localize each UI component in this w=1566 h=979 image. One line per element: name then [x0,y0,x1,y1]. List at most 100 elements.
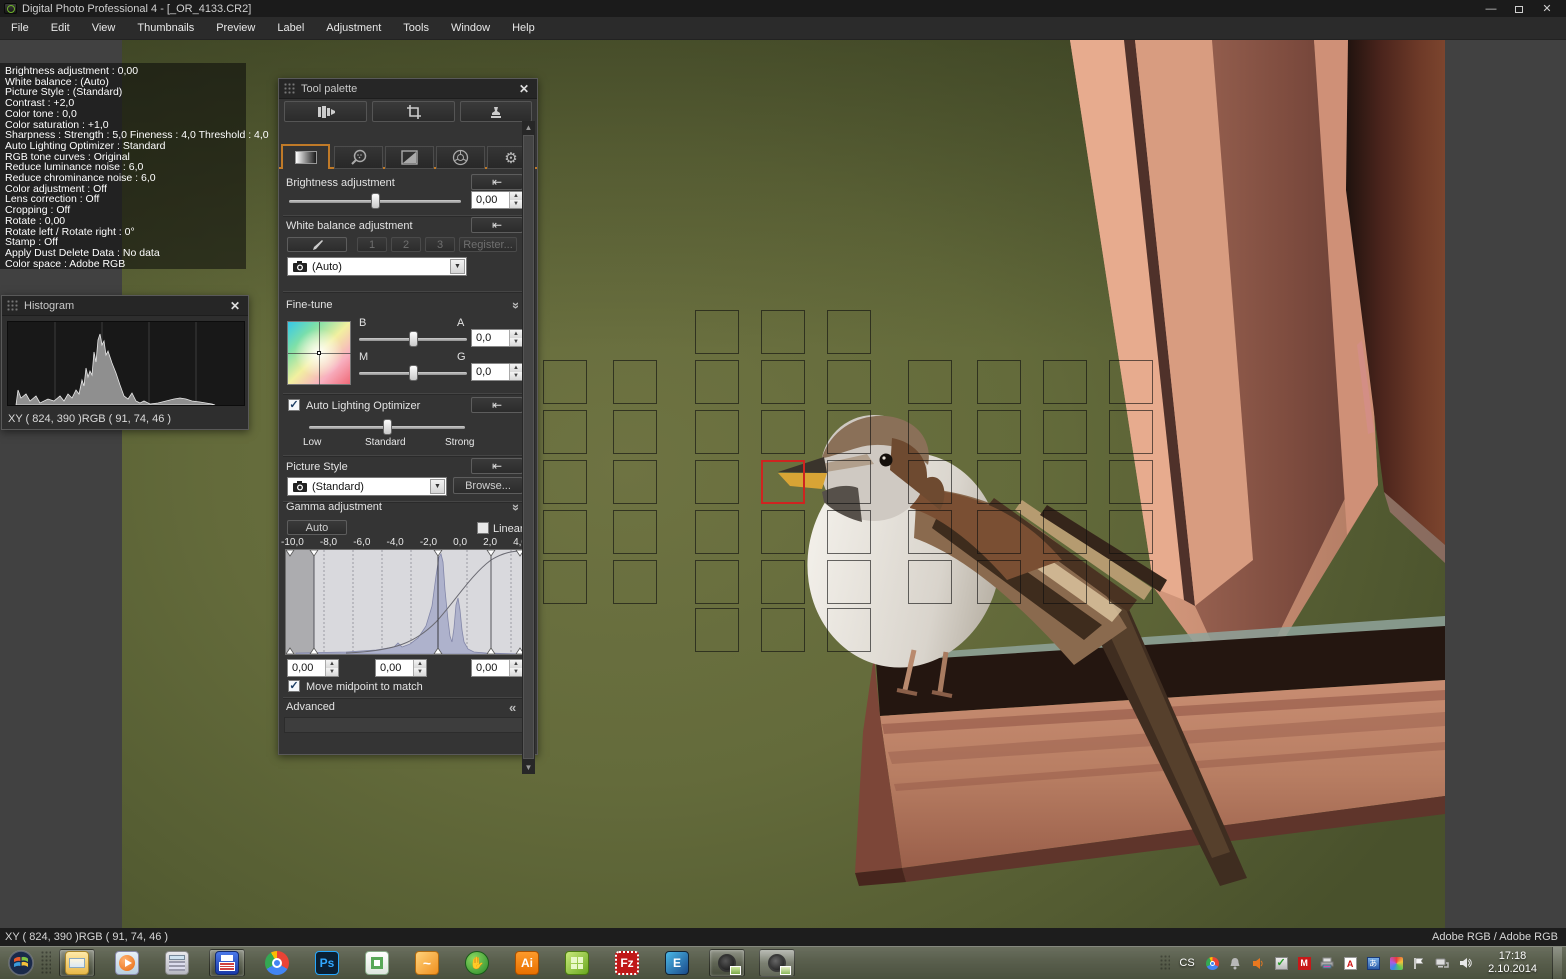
ba-spinner[interactable]: ▲▼ [509,330,522,346]
taskbar-app-green-grid-app[interactable] [559,949,595,977]
collapse-chevron-icon[interactable]: « [507,302,522,309]
white-balance-reset-button[interactable]: ⇤ [471,217,523,233]
tab-color-adjustment[interactable] [436,146,485,169]
tool-palette-title-bar[interactable]: Tool palette ✕ [279,79,537,99]
menu-file[interactable]: File [0,18,40,38]
dropdown-arrow-icon[interactable]: ▼ [430,479,445,494]
taskbar-app-dpp-camera-1[interactable] [709,949,745,977]
browse-button[interactable]: Browse... [453,477,523,494]
taskbar-app-filezilla[interactable]: Fz [609,949,645,977]
wb-preset-1-button[interactable]: 1 [357,237,387,252]
spinner[interactable]: ▲▼ [413,660,426,676]
menu-adjustment[interactable]: Adjustment [315,18,392,38]
taskbar-app-white-app[interactable] [359,949,395,977]
tray-bell-icon[interactable] [1227,955,1243,971]
menu-help[interactable]: Help [501,18,546,38]
wb-register-button[interactable]: Register... [459,237,517,252]
alo-checkbox[interactable]: ✓ [288,399,300,411]
crop-tool-button[interactable] [372,101,455,122]
tray-update-check-icon[interactable]: ✓ [1273,955,1289,971]
taskbar-app-chrome[interactable] [259,949,295,977]
linear-checkbox[interactable] [477,522,489,534]
picture-style-dropdown[interactable]: (Standard) ▼ [287,477,447,496]
drag-handle-icon[interactable] [284,83,296,95]
mg-spinner[interactable]: ▲▼ [509,364,522,380]
drag-handle-icon[interactable] [7,300,19,312]
menu-label[interactable]: Label [266,18,315,38]
wb-eyedropper-button[interactable] [287,237,347,252]
taskbar-app-green-globe-app[interactable]: ✋ [459,949,495,977]
taskbar-app-orange-z-app[interactable]: ~ [409,949,445,977]
mg-value-input[interactable]: 0,0 ▲▼ [471,363,523,381]
scrollbar-thumb[interactable] [523,135,534,759]
ba-value-input[interactable]: 0,0 ▲▼ [471,329,523,347]
close-button[interactable]: ✕ [1540,3,1554,15]
close-icon[interactable]: ✕ [519,82,537,96]
gamma-histogram[interactable] [285,549,525,655]
spinner[interactable]: ▲▼ [325,660,338,676]
taskbar-app-photoshop[interactable]: Ps [309,949,345,977]
histogram-title-bar[interactable]: Histogram ✕ [2,296,248,316]
color-plane-cursor[interactable] [317,351,321,355]
taskbar-app-illustrator[interactable]: Ai [509,949,545,977]
palette-scrollbar[interactable]: ▲ ▼ [522,121,535,774]
tray-printer-icon[interactable] [1319,955,1335,971]
menu-edit[interactable]: Edit [40,18,81,38]
gamma-highlight-input[interactable]: 0,00▲▼ [471,659,523,677]
alo-slider[interactable] [309,419,465,435]
dropdown-arrow-icon[interactable]: ▼ [450,259,465,274]
brightness-reset-button[interactable]: ⇤ [471,174,523,190]
taskbar-clock[interactable]: 17:18 2.10.2014 [1480,950,1545,976]
taskbar-app-explorer[interactable] [59,949,95,977]
wb-dropdown[interactable]: (Auto) ▼ [287,257,467,276]
tray-chrome-icon[interactable] [1204,955,1220,971]
taskbar-app-e-app[interactable]: E [659,949,695,977]
menu-tools[interactable]: Tools [392,18,440,38]
tray-catalyst-icon[interactable] [1388,955,1404,971]
brightness-spinner[interactable]: ▲▼ [509,192,522,208]
tab-tone-adjustment[interactable] [385,146,434,169]
brightness-slider[interactable] [289,193,461,209]
menu-thumbnails[interactable]: Thumbnails [126,18,205,38]
expand-chevron-icon[interactable]: « [509,700,516,715]
gamma-shadow-input[interactable]: 0,00▲▼ [287,659,339,677]
tray-acrobat-pdf-icon[interactable]: A [1342,955,1358,971]
tab-basic-adjustment[interactable] [281,144,330,169]
close-icon[interactable]: ✕ [230,299,248,313]
minimize-button[interactable]: — [1484,3,1498,15]
wb-fine-tune-color-plane[interactable] [287,321,351,385]
alo-reset-button[interactable]: ⇤ [471,397,523,413]
gamma-auto-button[interactable]: Auto [287,520,347,535]
gamma-midpoint-input[interactable]: 0,00▲▼ [375,659,427,677]
tray-speaker-icon[interactable] [1457,955,1473,971]
menu-view[interactable]: View [81,18,127,38]
show-desktop-button[interactable] [1552,947,1562,979]
hidden-icons-handle[interactable] [1160,955,1170,971]
taskbar-app-dpp-camera-2[interactable] [759,949,795,977]
picture-style-reset-button[interactable]: ⇤ [471,458,523,474]
restore-button[interactable] [1512,3,1526,15]
tray-action-flag-icon[interactable] [1411,955,1427,971]
tray-ime-icon[interactable]: あ [1365,955,1381,971]
menu-window[interactable]: Window [440,18,501,38]
tab-detail-adjustment[interactable] [334,146,383,169]
scroll-down-icon[interactable]: ▼ [522,761,535,774]
wb-preset-2-button[interactable]: 2 [391,237,421,252]
tray-network-icon[interactable] [1434,955,1450,971]
language-indicator[interactable]: CS [1177,955,1197,971]
mg-slider[interactable] [359,365,467,381]
ba-slider[interactable] [359,331,467,347]
midpoint-checkbox[interactable]: ✓ [288,680,300,692]
menu-preview[interactable]: Preview [205,18,266,38]
stamp-tool-button[interactable] [460,101,532,122]
scroll-up-icon[interactable]: ▲ [522,121,535,134]
tray-adobe-m-icon[interactable]: M [1296,955,1312,971]
lens-tool-button[interactable] [284,101,367,122]
taskbar-app-media-player[interactable] [109,949,145,977]
collapse-chevron-icon[interactable]: « [507,504,522,511]
start-button[interactable] [2,948,40,978]
wb-preset-3-button[interactable]: 3 [425,237,455,252]
taskbar-app-calculator[interactable] [159,949,195,977]
brightness-value-input[interactable]: 0,00 ▲▼ [471,191,523,209]
spinner[interactable]: ▲▼ [509,660,522,676]
